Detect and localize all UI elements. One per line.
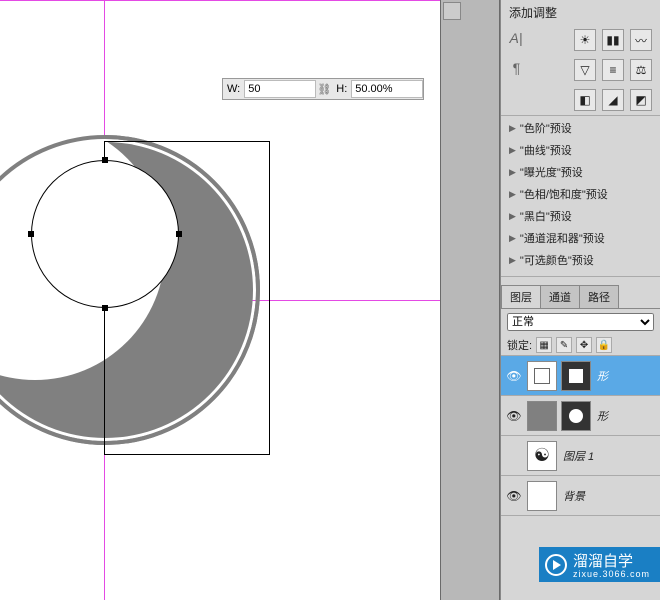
expand-icon: ▶ [509, 255, 516, 266]
layer-name[interactable]: 背景 [563, 488, 585, 504]
lock-all-icon[interactable]: 🔒 [596, 337, 612, 353]
watermark-text: 溜溜自学 [573, 553, 633, 570]
lock-label: 锁定: [507, 337, 532, 353]
layer-thumbnail[interactable] [527, 361, 557, 391]
guide-horizontal-top[interactable] [0, 0, 440, 1]
preset-hue-sat[interactable]: ▶"色相/饱和度"预设 [507, 184, 656, 204]
watermark-url: zixue.3066.com [573, 569, 650, 579]
layer-name[interactable]: 形 [597, 368, 608, 384]
transform-options-bar: W: ⛓ H: [222, 78, 424, 100]
preset-curves[interactable]: ▶"曲线"预设 [507, 140, 656, 160]
layer-name[interactable]: 形 [597, 408, 608, 424]
character-panel-icon[interactable]: A| [510, 30, 523, 46]
dock-gap [440, 0, 500, 600]
layer-background[interactable]: 👁 背景 [501, 476, 660, 516]
height-input[interactable] [351, 80, 423, 98]
transform-handle-e[interactable] [176, 231, 182, 237]
expand-icon: ▶ [509, 145, 516, 156]
lock-transparency-icon[interactable]: ▦ [536, 337, 552, 353]
collapsed-panel-tab[interactable] [443, 2, 461, 20]
expand-icon: ▶ [509, 233, 516, 244]
lock-position-icon[interactable]: ✥ [576, 337, 592, 353]
expand-icon: ▶ [509, 167, 516, 178]
vector-mask-thumbnail[interactable] [561, 401, 591, 431]
expand-icon: ▶ [509, 211, 516, 222]
preset-levels[interactable]: ▶"色阶"预设 [507, 118, 656, 138]
selected-ellipse[interactable] [31, 160, 179, 308]
canvas-area[interactable]: W: ⛓ H: [0, 0, 440, 600]
link-aspect-icon[interactable]: ⛓ [316, 80, 332, 98]
tab-channels[interactable]: 通道 [540, 285, 580, 308]
tab-paths[interactable]: 路径 [579, 285, 619, 308]
lock-row: 锁定: ▦ ✎ ✥ 🔒 [501, 335, 660, 355]
expand-icon: ▶ [509, 189, 516, 200]
layer-thumbnail[interactable] [527, 481, 557, 511]
vector-mask-thumbnail[interactable] [561, 361, 591, 391]
threshold-icon[interactable]: ◩ [630, 89, 652, 111]
layer-thumbnail[interactable] [527, 401, 557, 431]
transform-handle-n[interactable] [102, 157, 108, 163]
transform-handle-s[interactable] [102, 305, 108, 311]
adjustments-title: 添加调整 [501, 0, 660, 25]
adjustments-row-3: ◧ ◢ ◩ [501, 85, 660, 115]
lock-pixels-icon[interactable]: ✎ [556, 337, 572, 353]
layer-thumbnail[interactable]: ☯ [527, 441, 557, 471]
collapsed-icon-column: A| ¶ [504, 30, 528, 76]
preset-selective-color[interactable]: ▶"可选颜色"预设 [507, 250, 656, 270]
transform-handle-w[interactable] [28, 231, 34, 237]
layer-shape-1[interactable]: 👁 形 [501, 356, 660, 396]
invert-icon[interactable]: ◧ [574, 89, 596, 111]
visibility-toggle-icon[interactable]: 👁 [505, 367, 523, 385]
posterize-icon[interactable]: ◢ [602, 89, 624, 111]
balance-icon[interactable]: ⚖ [630, 59, 652, 81]
preset-exposure[interactable]: ▶"曝光度"预设 [507, 162, 656, 182]
blend-mode-row: 正常 [501, 309, 660, 335]
blend-mode-select[interactable]: 正常 [507, 313, 654, 331]
layer-panel-tabs: 图层 通道 路径 [501, 285, 660, 309]
height-label: H: [332, 83, 351, 95]
visibility-toggle-icon[interactable]: 👁 [505, 487, 523, 505]
levels-icon[interactable]: ▮▮ [602, 29, 624, 51]
visibility-toggle-icon[interactable]: 👁 [505, 407, 523, 425]
layer-1[interactable]: ☯ 图层 1 [501, 436, 660, 476]
adjustment-presets-list: ▶"色阶"预设 ▶"曲线"预设 ▶"曝光度"预设 ▶"色相/饱和度"预设 ▶"黑… [501, 115, 660, 277]
tab-layers[interactable]: 图层 [501, 285, 541, 308]
visibility-toggle-icon[interactable] [505, 447, 523, 465]
width-label: W: [223, 83, 244, 95]
brightness-icon[interactable]: ☀ [574, 29, 596, 51]
play-icon [545, 554, 567, 576]
curves-icon[interactable]: 〰 [630, 29, 652, 51]
preset-bw[interactable]: ▶"黑白"预设 [507, 206, 656, 226]
paragraph-panel-icon[interactable]: ¶ [512, 60, 520, 76]
watermark-badge: 溜溜自学 zixue.3066.com [539, 547, 660, 582]
layer-shape-2[interactable]: 👁 形 [501, 396, 660, 436]
hue-icon[interactable]: ≡ [602, 59, 624, 81]
layers-list: 👁 形 👁 形 ☯ 图层 1 👁 背景 [501, 355, 660, 516]
vibrance-icon[interactable]: ▽ [574, 59, 596, 81]
expand-icon: ▶ [509, 123, 516, 134]
preset-channel-mixer[interactable]: ▶"通道混和器"预设 [507, 228, 656, 248]
width-input[interactable] [244, 80, 316, 98]
right-panels: 添加调整 ☀ ▮▮ 〰 ▽ ≡ ⚖ ◧ ◢ ◩ ▶"色阶"预设 ▶"曲线"预设 … [500, 0, 660, 600]
layer-name[interactable]: 图层 1 [563, 448, 594, 464]
